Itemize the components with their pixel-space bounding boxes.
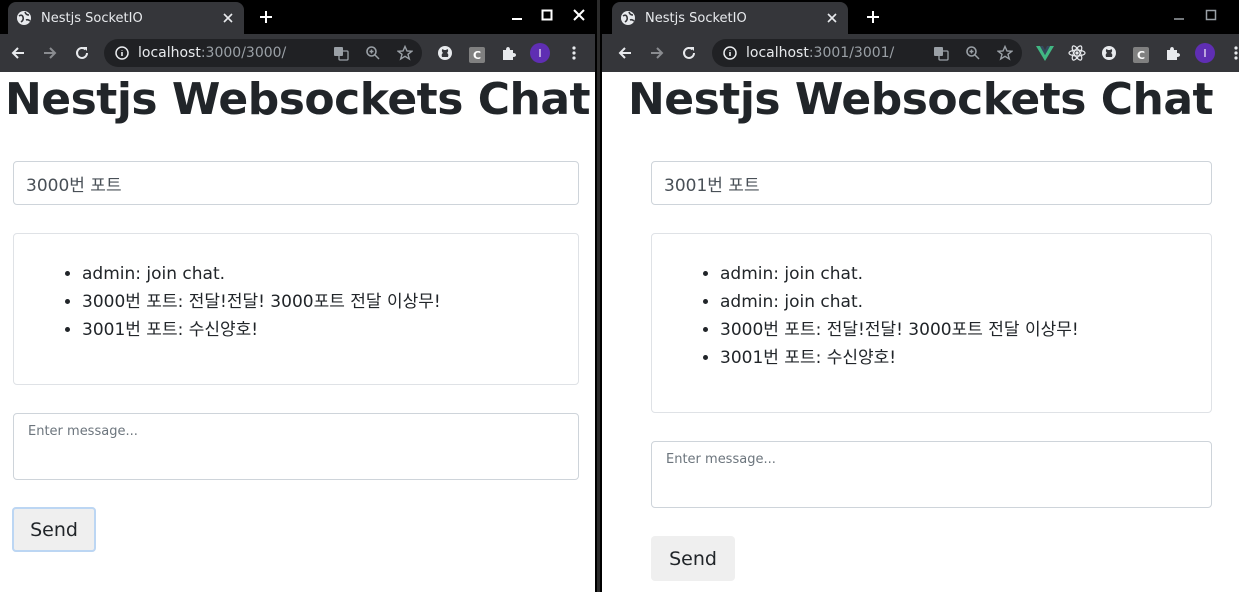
reload-icon[interactable] (677, 41, 701, 65)
zoom-icon[interactable] (364, 44, 382, 62)
address-bar[interactable]: localhost:3001/3001/ (712, 39, 1022, 67)
minimize-icon[interactable] (1166, 4, 1192, 26)
chat-messages: admin: join chat. 3000번 포트: 전달!전달! 3000포… (13, 233, 579, 385)
star-icon[interactable] (996, 44, 1014, 62)
back-icon[interactable] (613, 41, 637, 65)
username-input[interactable] (651, 161, 1212, 205)
vue-icon[interactable] (1035, 43, 1055, 63)
back-icon[interactable] (6, 41, 30, 65)
page-content: Nestjs Websockets Chat admin: join chat.… (602, 72, 1239, 592)
c-extension-icon[interactable]: C (1133, 47, 1149, 63)
message-input[interactable] (651, 441, 1212, 508)
list-item: 3000번 포트: 전달!전달! 3000포트 전달 이상무! (720, 316, 1211, 344)
info-icon[interactable] (114, 45, 130, 61)
message-input[interactable] (13, 413, 579, 480)
browser-toolbar: localhost:3000/3000/ C I (0, 34, 595, 72)
close-icon[interactable] (220, 10, 236, 26)
github-icon[interactable] (1099, 43, 1119, 63)
info-icon[interactable] (722, 45, 738, 61)
puzzle-icon[interactable] (499, 43, 519, 63)
avatar[interactable]: I (530, 43, 550, 63)
avatar[interactable]: I (1195, 43, 1215, 63)
react-icon[interactable] (1067, 43, 1087, 63)
c-extension-icon[interactable]: C (469, 47, 485, 63)
kebab-menu-icon[interactable] (1226, 43, 1239, 63)
translate-icon[interactable] (332, 44, 350, 62)
forward-icon[interactable] (645, 41, 669, 65)
page-title: Nestjs Websockets Chat (4, 74, 591, 125)
send-button[interactable]: Send (12, 507, 96, 552)
list-item: admin: join chat. (720, 260, 1211, 288)
close-window-icon[interactable] (566, 4, 592, 26)
list-item: 3001번 포트: 수신양호! (720, 344, 1211, 372)
maximize-icon[interactable] (1198, 4, 1224, 26)
list-item: admin: join chat. (720, 288, 1211, 316)
globe-icon (620, 10, 636, 26)
translate-icon[interactable] (932, 44, 950, 62)
zoom-icon[interactable] (964, 44, 982, 62)
kebab-menu-icon[interactable] (564, 43, 584, 63)
reload-icon[interactable] (70, 41, 94, 65)
page-title: Nestjs Websockets Chat (627, 74, 1214, 125)
chat-messages: admin: join chat. admin: join chat. 3000… (651, 233, 1212, 413)
browser-toolbar: localhost:3001/3001/ C I (602, 34, 1239, 72)
page-content: Nestjs Websockets Chat admin: join chat.… (0, 72, 595, 592)
list-item: 3000번 포트: 전달!전달! 3000포트 전달 이상무! (82, 288, 578, 316)
url-text[interactable]: localhost:3000/3000/ (138, 45, 286, 61)
maximize-icon[interactable] (534, 4, 560, 26)
puzzle-icon[interactable] (1163, 43, 1183, 63)
send-button[interactable]: Send (651, 536, 735, 581)
minimize-icon[interactable] (504, 4, 530, 26)
close-icon[interactable] (824, 10, 840, 26)
star-icon[interactable] (396, 44, 414, 62)
address-bar[interactable]: localhost:3000/3000/ (104, 39, 422, 67)
tab-title: Nestjs SocketIO (41, 10, 143, 26)
window-divider (595, 0, 602, 592)
plus-icon[interactable] (255, 6, 277, 28)
url-text[interactable]: localhost:3001/3001/ (746, 45, 894, 61)
username-input[interactable] (13, 161, 579, 205)
browser-window-right: Nestjs SocketIO localhost:3001/3001/ C I… (602, 0, 1239, 592)
tab-strip: Nestjs SocketIO (602, 0, 1239, 34)
browser-window-left: Nestjs SocketIO localhost:3000/3000/ C I… (0, 0, 595, 592)
forward-icon[interactable] (38, 41, 62, 65)
tab-title: Nestjs SocketIO (645, 10, 747, 26)
github-icon[interactable] (435, 43, 455, 63)
list-item: 3001번 포트: 수신양호! (82, 316, 578, 344)
tab-strip: Nestjs SocketIO (0, 0, 595, 34)
list-item: admin: join chat. (82, 260, 578, 288)
plus-icon[interactable] (862, 6, 884, 28)
globe-icon (16, 10, 32, 26)
tab-active[interactable]: Nestjs SocketIO (8, 2, 244, 34)
tab-active[interactable]: Nestjs SocketIO (612, 2, 848, 34)
